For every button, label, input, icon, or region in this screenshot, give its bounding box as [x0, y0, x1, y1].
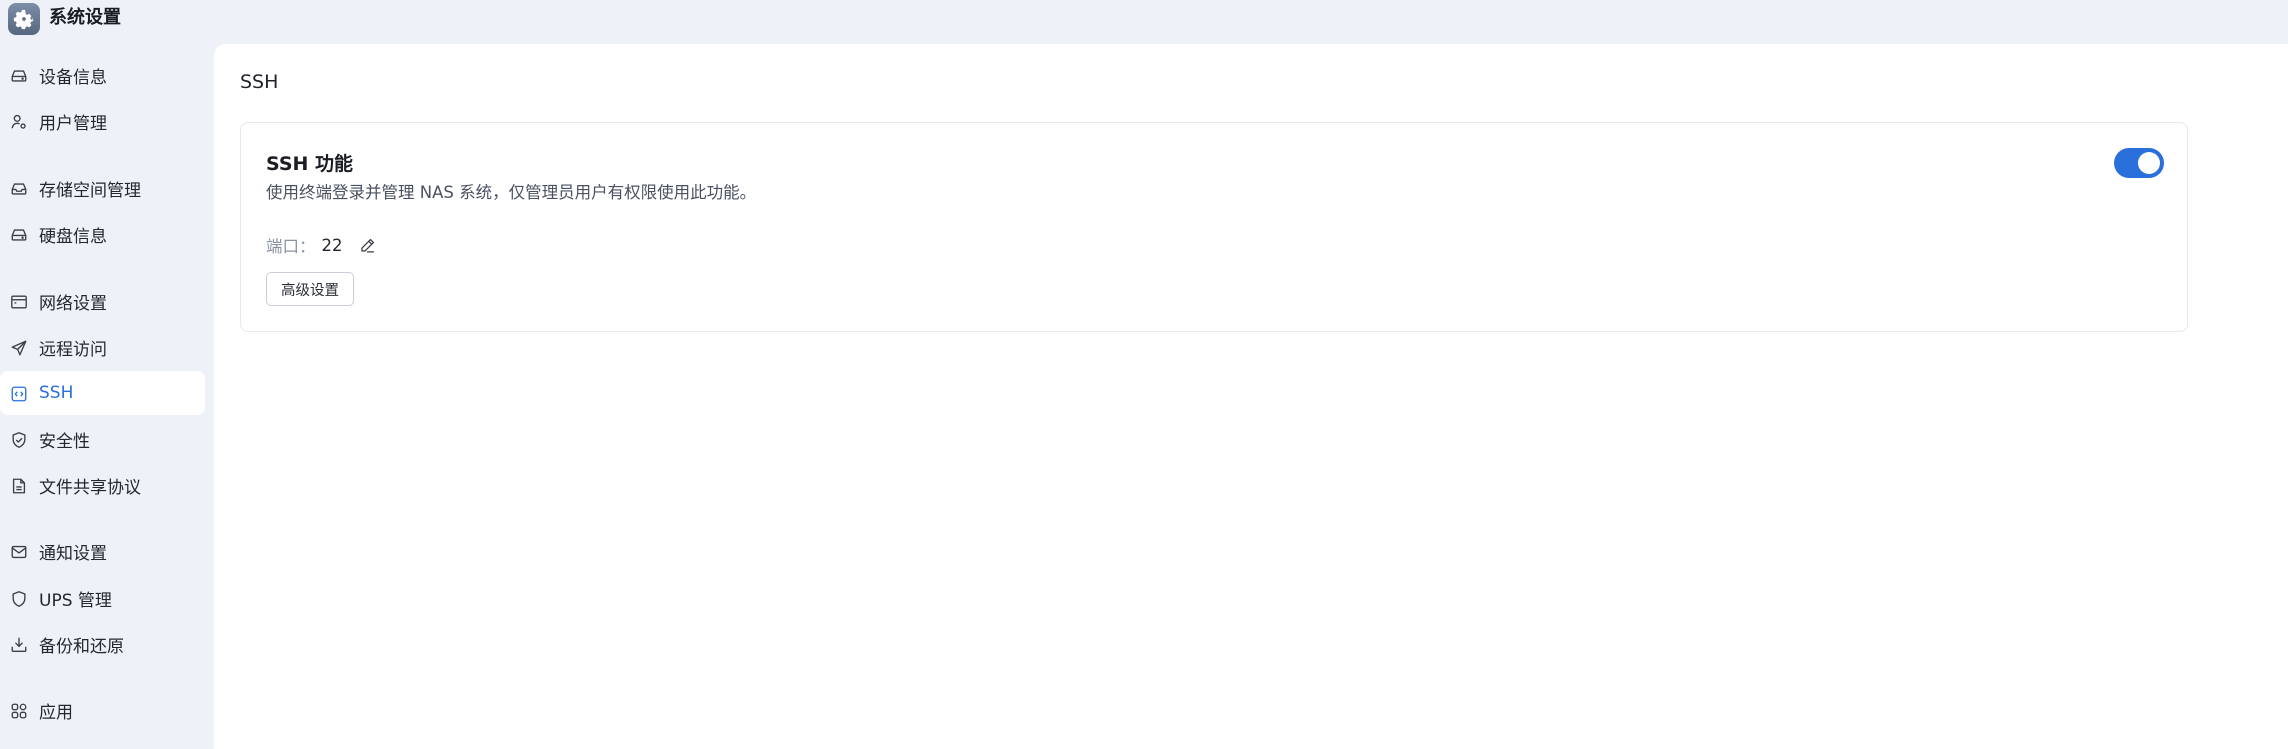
title-bar: 系统设置 — [0, 0, 2288, 44]
advanced-settings-button[interactable]: 高级设置 — [266, 272, 354, 306]
sidebar-item-label: 存储空间管理 — [39, 180, 141, 201]
sidebar-item-label: UPS 管理 — [39, 590, 112, 611]
sidebar-item-remote-access[interactable]: 远程访问 — [0, 325, 205, 369]
sidebar-item-label: 远程访问 — [39, 339, 107, 360]
sidebar-item-label: 备份和还原 — [39, 636, 124, 657]
sidebar-item-device-info[interactable]: 设备信息 — [0, 53, 205, 97]
card-title: SSH 功能 — [266, 153, 354, 175]
main-content: SSH SSH 功能 使用终端登录并管理 NAS 系统，仅管理员用户有权限使用此… — [214, 44, 2288, 749]
apps-grid-icon — [9, 701, 28, 720]
sidebar-item-network[interactable]: 网络设置 — [0, 279, 205, 323]
sidebar-item-label: 硬盘信息 — [39, 226, 107, 247]
user-gear-icon — [9, 112, 28, 131]
sidebar-item-user-management[interactable]: 用户管理 — [0, 99, 205, 143]
ssh-settings-card: SSH 功能 使用终端登录并管理 NAS 系统，仅管理员用户有权限使用此功能。 … — [240, 122, 2188, 332]
sidebar-item-label: 用户管理 — [39, 113, 107, 134]
sidebar-item-label: 应用 — [39, 702, 73, 723]
sidebar-item-file-sharing[interactable]: 文件共享协议 — [0, 463, 205, 507]
sidebar-item-label: 通知设置 — [39, 543, 107, 564]
gear-icon — [8, 3, 40, 35]
sidebar-item-backup-restore[interactable]: 备份和还原 — [0, 622, 205, 666]
sidebar-item-apps[interactable]: 应用 — [0, 688, 205, 732]
card-description: 使用终端登录并管理 NAS 系统，仅管理员用户有权限使用此功能。 — [266, 183, 757, 202]
toggle-knob — [2138, 152, 2160, 174]
sidebar-item-ups[interactable]: UPS 管理 — [0, 576, 205, 620]
port-row: 端口： 22 — [266, 233, 377, 257]
document-icon — [9, 476, 28, 495]
page-title: SSH — [240, 71, 279, 93]
sidebar-item-security[interactable]: 安全性 — [0, 417, 205, 461]
sidebar: 设备信息 用户管理 存储空间管理 硬盘信息 网络设置 远程访问 SSH 安全性 … — [0, 44, 214, 749]
drive-icon — [9, 225, 28, 244]
storage-tray-icon — [9, 179, 28, 198]
download-tray-icon — [9, 635, 28, 654]
paper-plane-icon — [9, 338, 28, 357]
edit-icon[interactable] — [359, 236, 377, 254]
sidebar-item-label: 设备信息 — [39, 67, 107, 88]
sidebar-item-storage[interactable]: 存储空间管理 — [0, 166, 205, 210]
sidebar-item-disk-info[interactable]: 硬盘信息 — [0, 212, 205, 256]
port-value: 22 — [321, 235, 343, 255]
envelope-icon — [9, 542, 28, 561]
shield-icon — [9, 589, 28, 608]
drive-icon — [9, 66, 28, 85]
sidebar-item-label: 安全性 — [39, 431, 90, 452]
ssh-enable-toggle[interactable] — [2114, 148, 2164, 178]
app-title: 系统设置 — [49, 7, 121, 28]
code-brackets-icon — [9, 384, 28, 403]
sidebar-item-label: 文件共享协议 — [39, 477, 141, 498]
browser-window-icon — [9, 292, 28, 311]
sidebar-item-label: SSH — [39, 383, 74, 403]
shield-check-icon — [9, 430, 28, 449]
port-label: 端口： — [266, 237, 316, 256]
sidebar-item-ssh[interactable]: SSH — [0, 371, 205, 415]
sidebar-item-notifications[interactable]: 通知设置 — [0, 529, 205, 573]
sidebar-item-label: 网络设置 — [39, 293, 107, 314]
